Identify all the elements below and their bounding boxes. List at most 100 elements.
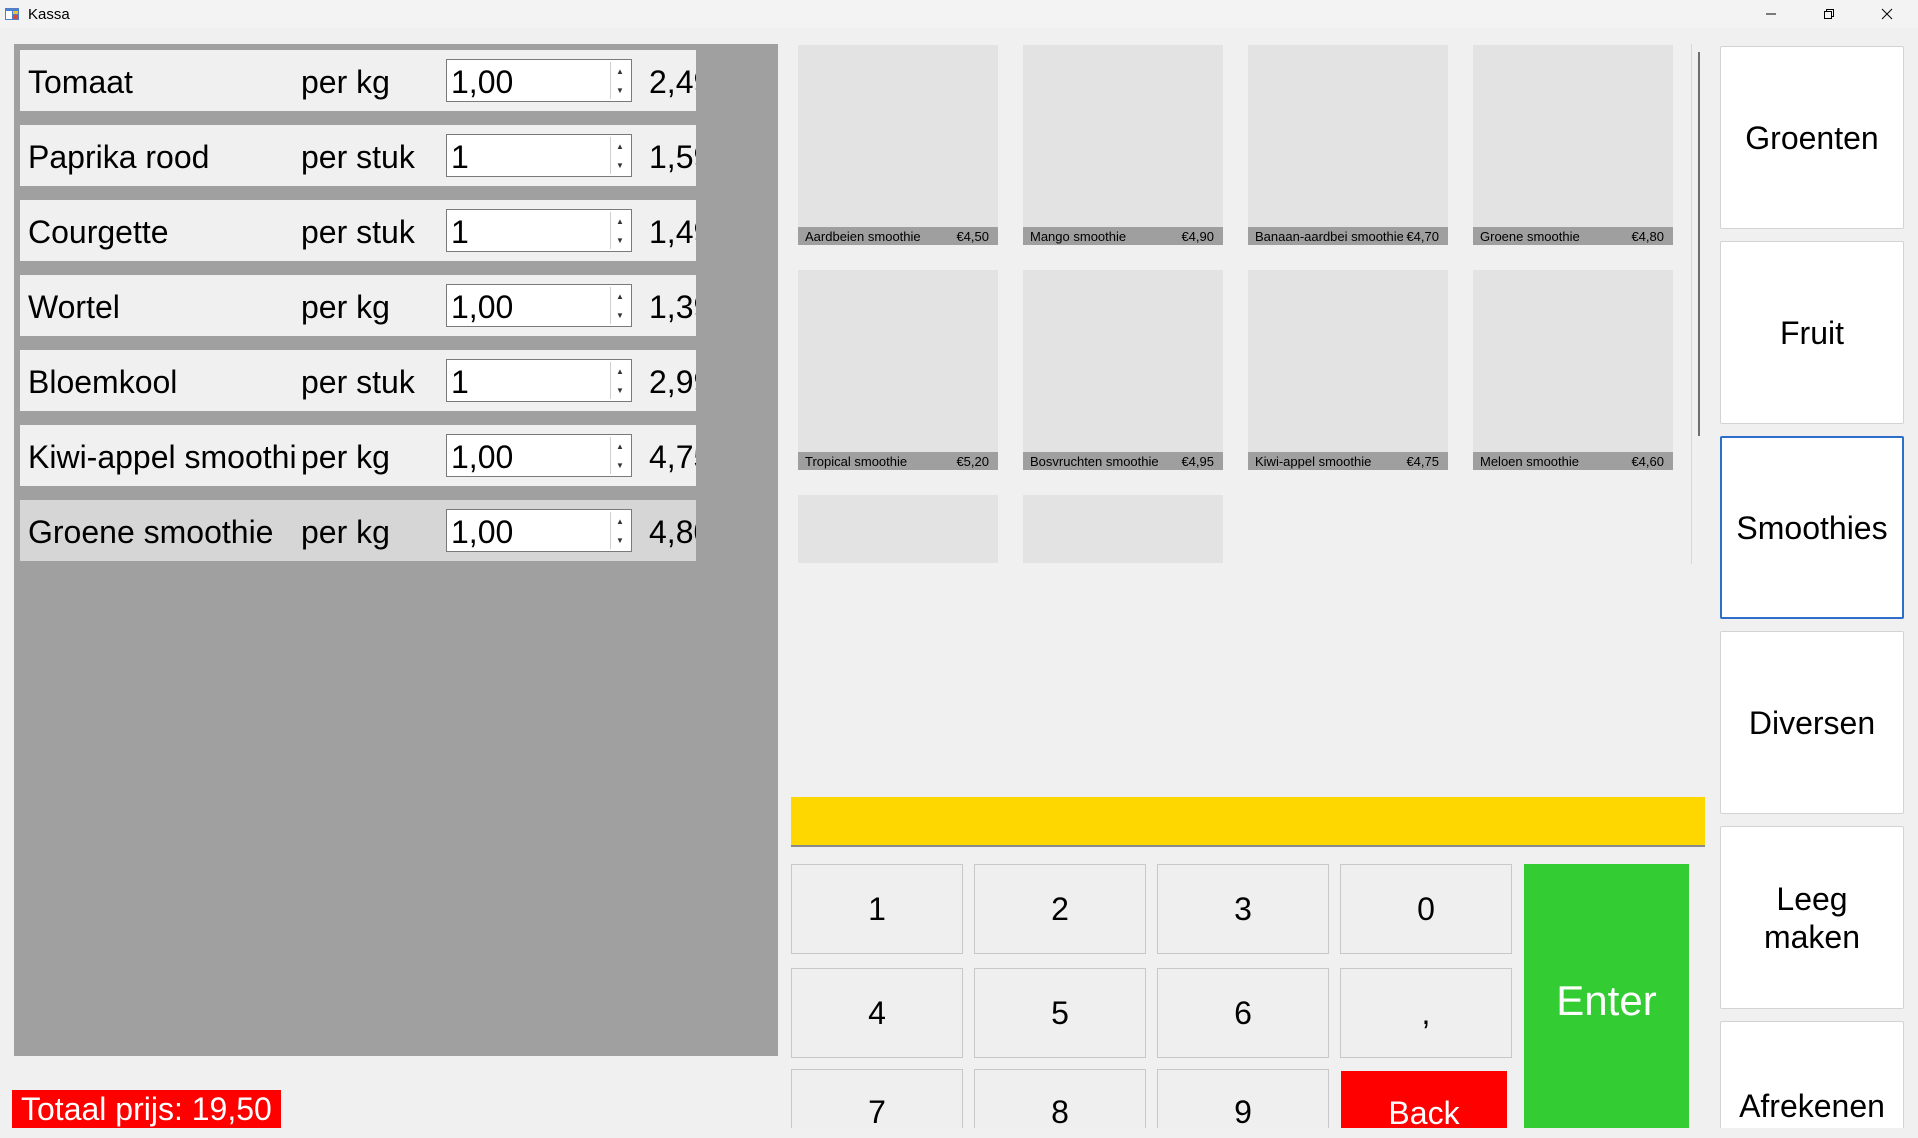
enter-button[interactable]: Enter	[1524, 864, 1689, 1128]
spin-up-icon[interactable]: ▲	[611, 137, 629, 155]
cart-row[interactable]: Wortel per kg 1,00 ▲ ▼ 1,39	[20, 275, 696, 336]
product-caption: Groene smoothie €4,80	[1473, 227, 1673, 245]
category-fruit-button[interactable]: Fruit	[1720, 241, 1904, 424]
cart-row[interactable]: Tomaat per kg 1,00 ▲ ▼ 2,49	[20, 50, 696, 111]
product-name: Mango smoothie	[1030, 229, 1127, 244]
back-button[interactable]: Back	[1341, 1071, 1507, 1128]
quantity-value[interactable]: 1,00	[451, 64, 513, 101]
key-comma[interactable]: ,	[1340, 968, 1512, 1058]
product-price: €5,20	[956, 454, 989, 469]
cart-item-price: 4,75	[649, 439, 696, 475]
cart-item-unit: per kg	[301, 514, 390, 550]
clear-cart-label: Leeg maken	[1764, 880, 1860, 956]
spin-up-icon[interactable]: ▲	[611, 437, 629, 455]
grid-scrollbar[interactable]	[1698, 52, 1700, 436]
key-9[interactable]: 9	[1157, 1069, 1329, 1128]
spin-buttons: ▲ ▼	[610, 512, 629, 549]
spin-buttons: ▲ ▼	[610, 62, 629, 99]
product-caption: Mango smoothie €4,90	[1023, 227, 1223, 245]
product-name: Bosvruchten smoothie	[1030, 454, 1159, 469]
product-caption: Banaan-aardbei smoothie €4,70	[1248, 227, 1448, 245]
spin-up-icon[interactable]: ▲	[611, 62, 629, 80]
title-bar: Kassa	[0, 0, 1918, 28]
product-price: €4,75	[1406, 454, 1439, 469]
quantity-value[interactable]: 1	[451, 139, 469, 176]
spin-buttons: ▲ ▼	[610, 362, 629, 399]
minimize-button[interactable]	[1742, 0, 1800, 28]
spin-down-icon[interactable]: ▼	[611, 531, 629, 549]
product-tile[interactable]: Aardbeien smoothie €4,50	[798, 45, 998, 245]
cart-item-unit: per stuk	[301, 364, 415, 400]
key-6[interactable]: 6	[1157, 968, 1329, 1058]
close-button[interactable]	[1858, 0, 1916, 28]
cart-row[interactable]: Kiwi-appel smoothie per kg 1,00 ▲ ▼ 4,75	[20, 425, 696, 486]
cart-row-selected[interactable]: Groene smoothie per kg 1,00 ▲ ▼ 4,80	[20, 500, 696, 561]
product-tile[interactable]: Meloen smoothie €4,60	[1473, 270, 1673, 470]
spin-down-icon[interactable]: ▼	[611, 81, 629, 99]
restore-icon	[1824, 9, 1834, 19]
quantity-value[interactable]: 1,00	[451, 289, 513, 326]
spin-down-icon[interactable]: ▼	[611, 231, 629, 249]
quantity-value[interactable]: 1,00	[451, 439, 513, 476]
key-5[interactable]: 5	[974, 968, 1146, 1058]
key-0[interactable]: 0	[1340, 864, 1512, 954]
product-caption: Bosvruchten smoothie €4,95	[1023, 452, 1223, 470]
product-tile[interactable]: Banaan-aardbei smoothie €4,70	[1248, 45, 1448, 245]
input-display[interactable]	[791, 797, 1705, 847]
cart-row[interactable]: Courgette per stuk 1 ▲ ▼ 1,49	[20, 200, 696, 261]
quantity-stepper[interactable]: 1 ▲ ▼	[446, 209, 632, 252]
cart-row[interactable]: Bloemkool per stuk 1 ▲ ▼ 2,99	[20, 350, 696, 411]
cart-item-unit: per stuk	[301, 214, 415, 250]
key-1[interactable]: 1	[791, 864, 963, 954]
quantity-stepper[interactable]: 1 ▲ ▼	[446, 359, 632, 402]
product-tile[interactable]: Mango smoothie €4,90	[1023, 45, 1223, 245]
spin-down-icon[interactable]: ▼	[611, 381, 629, 399]
key-3[interactable]: 3	[1157, 864, 1329, 954]
product-name: Kiwi-appel smoothie	[1255, 454, 1372, 469]
product-tile[interactable]: Tropical smoothie €5,20	[798, 270, 998, 470]
cart-row[interactable]: Paprika rood per stuk 1 ▲ ▼ 1,59	[20, 125, 696, 186]
quantity-value[interactable]: 1,00	[451, 514, 513, 551]
spin-down-icon[interactable]: ▼	[611, 456, 629, 474]
category-groenten-button[interactable]: Groenten	[1720, 46, 1904, 229]
product-tile[interactable]: Bosvruchten smoothie €4,95	[1023, 270, 1223, 470]
checkout-button[interactable]: Afrekenen	[1720, 1021, 1904, 1128]
quantity-value[interactable]: 1	[451, 214, 469, 251]
spin-up-icon[interactable]: ▲	[611, 512, 629, 530]
key-8[interactable]: 8	[974, 1069, 1146, 1128]
product-price: €4,80	[1631, 229, 1664, 244]
spin-buttons: ▲ ▼	[610, 287, 629, 324]
product-tile-partial[interactable]	[798, 495, 998, 563]
quantity-stepper[interactable]: 1,00 ▲ ▼	[446, 284, 632, 327]
quantity-stepper[interactable]: 1,00 ▲ ▼	[446, 509, 632, 552]
spin-up-icon[interactable]: ▲	[611, 362, 629, 380]
spin-down-icon[interactable]: ▼	[611, 156, 629, 174]
category-smoothies-button[interactable]: Smoothies	[1720, 436, 1904, 619]
cart-item-name: Paprika rood	[28, 139, 210, 175]
cart-item-name: Tomaat	[28, 64, 133, 100]
cart-panel: Tomaat per kg 1,00 ▲ ▼ 2,49 Paprika rood…	[14, 44, 778, 1056]
product-tile[interactable]: Kiwi-appel smoothie €4,75	[1248, 270, 1448, 470]
product-tile[interactable]: Groene smoothie €4,80	[1473, 45, 1673, 245]
product-tile-partial[interactable]	[1023, 495, 1223, 563]
product-name: Aardbeien smoothie	[805, 229, 921, 244]
quantity-value[interactable]: 1	[451, 364, 469, 401]
key-2[interactable]: 2	[974, 864, 1146, 954]
restore-button[interactable]	[1800, 0, 1858, 28]
spin-up-icon[interactable]: ▲	[611, 212, 629, 230]
cart-item-unit: per kg	[301, 439, 390, 475]
category-diversen-button[interactable]: Diversen	[1720, 631, 1904, 814]
clear-cart-button[interactable]: Leeg maken	[1720, 826, 1904, 1009]
spin-up-icon[interactable]: ▲	[611, 287, 629, 305]
grid-scroll-edge	[1691, 44, 1692, 564]
spin-buttons: ▲ ▼	[610, 137, 629, 174]
minimize-icon	[1766, 13, 1776, 15]
spin-down-icon[interactable]: ▼	[611, 306, 629, 324]
quantity-stepper[interactable]: 1 ▲ ▼	[446, 134, 632, 177]
quantity-stepper[interactable]: 1,00 ▲ ▼	[446, 434, 632, 477]
product-name: Banaan-aardbei smoothie	[1255, 229, 1403, 244]
quantity-stepper[interactable]: 1,00 ▲ ▼	[446, 59, 632, 102]
key-4[interactable]: 4	[791, 968, 963, 1058]
key-7[interactable]: 7	[791, 1069, 963, 1128]
cart-item-price: 1,49	[649, 214, 696, 250]
